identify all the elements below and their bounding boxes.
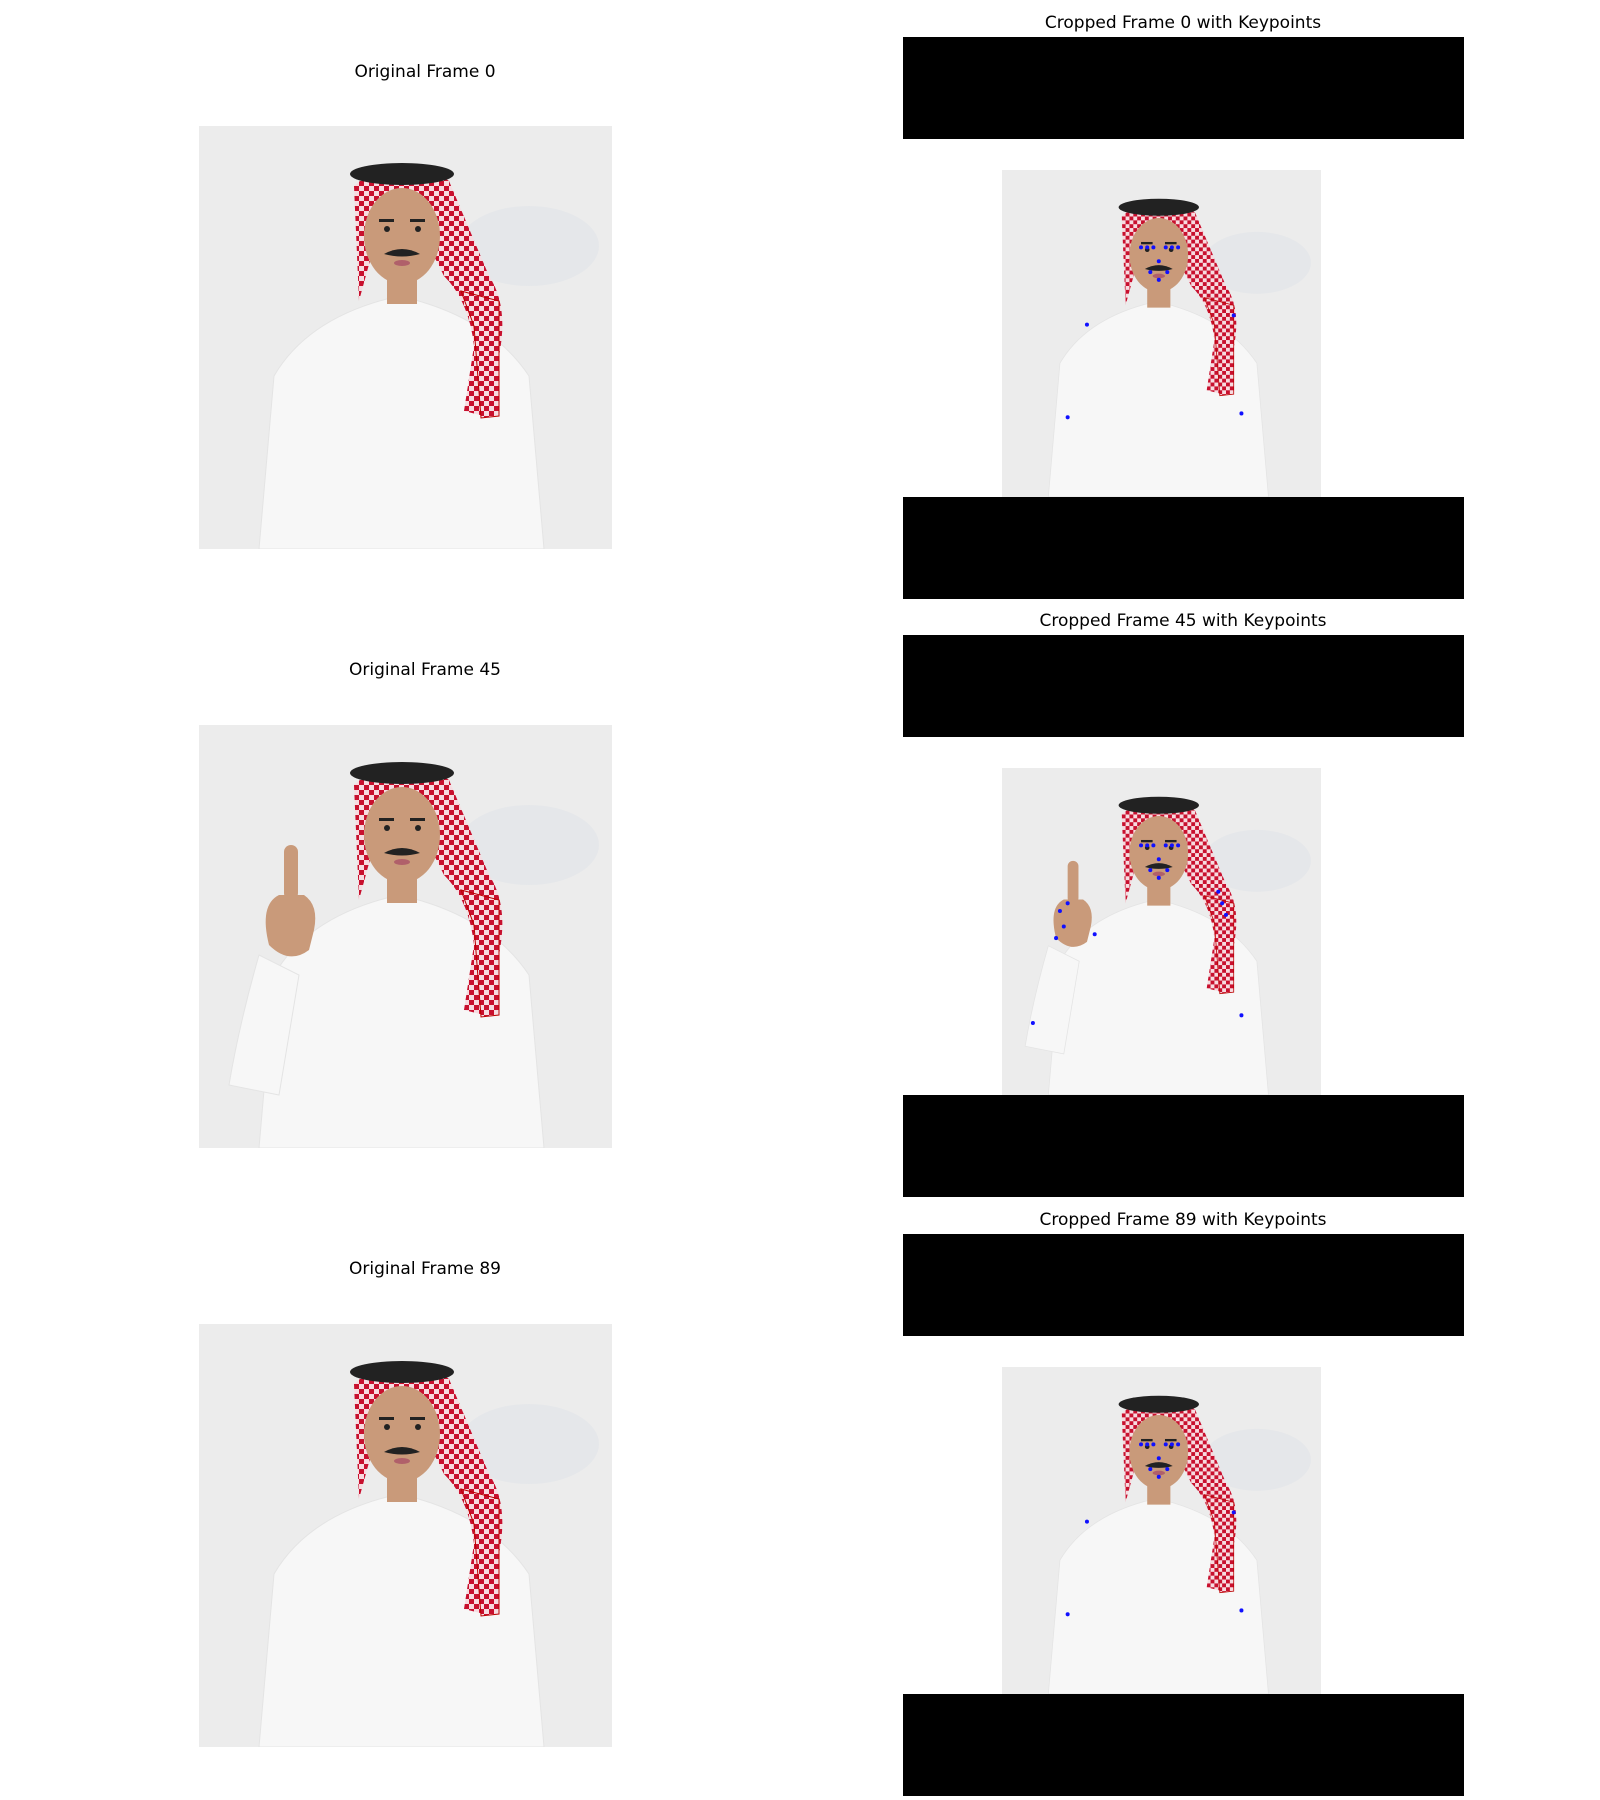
person-thumbs-up-graphic xyxy=(199,725,612,1148)
bottom-letterbox-89 xyxy=(903,1694,1464,1796)
cropped-frame-45-area xyxy=(903,737,1464,1095)
cropped-frame-89-area xyxy=(903,1336,1464,1694)
person-thumbs-up-keypoints-graphic xyxy=(1002,768,1321,1095)
original-frame-45-image xyxy=(199,725,612,1148)
person-neutral-keypoints-graphic xyxy=(1002,170,1321,497)
person-neutral-graphic-2 xyxy=(199,1324,612,1747)
bottom-letterbox-45 xyxy=(903,1095,1464,1197)
original-frame-0-image xyxy=(199,126,612,549)
original-frame-45-title: Original Frame 45 xyxy=(349,660,501,680)
cropped-frame-0-area xyxy=(903,139,1464,497)
cropped-frame-89-title: Cropped Frame 89 with Keypoints xyxy=(1039,1210,1327,1230)
cropped-frame-45-image xyxy=(1002,768,1321,1095)
top-letterbox-89 xyxy=(903,1234,1464,1336)
person-neutral-keypoints-graphic-2 xyxy=(1002,1367,1321,1694)
top-letterbox-45 xyxy=(903,635,1464,737)
person-neutral-graphic xyxy=(199,126,612,549)
original-frame-0-title: Original Frame 0 xyxy=(354,62,496,82)
cropped-frame-0-image xyxy=(1002,170,1321,497)
cropped-frame-89-image xyxy=(1002,1367,1321,1694)
top-letterbox-0 xyxy=(903,37,1464,139)
original-frame-89-title: Original Frame 89 xyxy=(349,1259,501,1279)
bottom-letterbox-0 xyxy=(903,497,1464,599)
original-frame-89-image xyxy=(199,1324,612,1747)
cropped-frame-0-title: Cropped Frame 0 with Keypoints xyxy=(1044,13,1322,33)
cropped-frame-45-title: Cropped Frame 45 with Keypoints xyxy=(1039,611,1327,631)
